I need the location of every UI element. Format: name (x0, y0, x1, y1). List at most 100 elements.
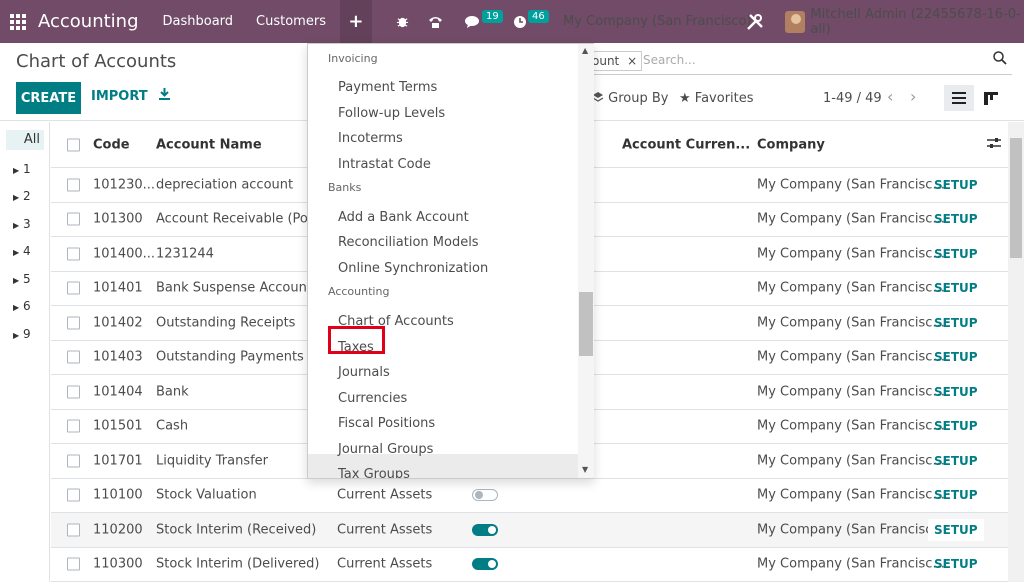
chat-button[interactable]: 19 (465, 0, 503, 43)
setup-button[interactable]: SETUP (934, 281, 978, 295)
column-header-code[interactable]: Code (93, 137, 130, 152)
debug-icon[interactable] (396, 0, 409, 43)
dropdown-item-add-a-bank-account[interactable]: Add a Bank Account (338, 210, 469, 225)
row-checkbox[interactable] (67, 523, 80, 537)
setup-button[interactable]: SETUP (934, 350, 978, 364)
setup-button[interactable]: SETUP (934, 557, 978, 571)
setup-button[interactable]: SETUP (934, 419, 978, 433)
setup-button[interactable]: SETUP (934, 488, 978, 502)
group-by-button[interactable]: Group By (592, 91, 668, 106)
row-checkbox[interactable] (67, 178, 80, 192)
table-row[interactable]: 110300 Stock Interim (Delivered) Current A… (51, 548, 1008, 582)
column-header-account-name[interactable]: Account Name (156, 137, 262, 152)
dropdown-item-fiscal-positions[interactable]: Fiscal Positions (338, 416, 435, 431)
favorites-button[interactable]: ★ Favorites (679, 91, 754, 106)
scroll-down-icon[interactable]: ▼ (582, 465, 588, 474)
phone-icon[interactable] (428, 0, 443, 43)
caret-right-icon: ▶ (13, 276, 20, 285)
setup-button[interactable]: SETUP (934, 454, 978, 468)
row-checkbox[interactable] (67, 488, 80, 502)
row-checkbox[interactable] (67, 316, 80, 330)
list-view-button[interactable] (944, 85, 974, 111)
table-row[interactable]: 110100 Stock Valuation Current Assets My Co… (51, 479, 1008, 513)
setup-button[interactable]: SETUP (934, 212, 978, 226)
sidebar-item-5[interactable]: ▶ 5 (13, 272, 31, 286)
search-icon[interactable] (993, 51, 1007, 69)
kanban-view-button[interactable] (976, 85, 1006, 111)
pager-previous-icon[interactable]: ‹ (887, 87, 893, 106)
dropdown-content: Invoicing Payment Terms Follow-up Levels In… (308, 44, 578, 478)
dropdown-item-online-synchronization[interactable]: Online Synchronization (338, 261, 488, 276)
create-button[interactable]: CREATE (16, 82, 81, 114)
download-icon[interactable] (158, 87, 171, 104)
activity-button[interactable]: 46 (513, 0, 549, 43)
dropdown-item-reconciliation-models[interactable]: Reconciliation Models (338, 235, 479, 250)
sidebar-item-6[interactable]: ▶ 6 (13, 299, 31, 313)
setup-button[interactable]: SETUP (934, 247, 978, 261)
account-type: Current Assets (337, 556, 433, 572)
dropdown-item-journals[interactable]: Journals (338, 365, 390, 380)
sidebar-item-3[interactable]: ▶ 3 (13, 217, 31, 231)
tools-icon[interactable] (746, 0, 764, 43)
scroll-up-icon[interactable]: ▲ (582, 46, 588, 55)
sidebar-item-9[interactable]: ▶ 9 (13, 327, 31, 341)
row-checkbox[interactable] (67, 247, 80, 261)
setup-button[interactable]: SETUP (928, 518, 984, 541)
account-name: Stock Interim (Delivered) (156, 556, 320, 572)
dropdown-scrollbar[interactable]: ▲ ▼ (578, 44, 594, 478)
company-switcher[interactable]: My Company (San Francisco) (563, 0, 751, 43)
row-checkbox[interactable] (67, 557, 80, 571)
app-name[interactable]: Accounting (38, 11, 139, 32)
row-checkbox[interactable] (67, 281, 80, 295)
search-input[interactable]: Search... (643, 53, 696, 67)
sidebar-item-4[interactable]: ▶ 4 (13, 244, 31, 258)
dropdown-scrollbar-thumb[interactable] (579, 292, 593, 356)
dropdown-item-follow-up-levels[interactable]: Follow-up Levels (338, 106, 445, 121)
dropdown-section-header: Accounting (328, 285, 390, 298)
facet-remove-icon[interactable]: × (627, 54, 637, 68)
reconcile-toggle[interactable] (472, 489, 498, 502)
row-checkbox[interactable] (67, 385, 80, 399)
select-all-checkbox[interactable] (67, 138, 80, 151)
sidebar-item-all[interactable]: All (6, 130, 44, 150)
table-row[interactable]: 110200 Stock Interim (Received) Current As… (51, 513, 1008, 548)
import-button[interactable]: IMPORT (91, 89, 148, 104)
dropdown-item-intrastat-code[interactable]: Intrastat Code (338, 157, 431, 172)
setup-button[interactable]: SETUP (934, 316, 978, 330)
account-name: depreciation account (156, 177, 294, 193)
dropdown-item-incoterms[interactable]: Incoterms (338, 131, 403, 146)
menu-dashboard[interactable]: Dashboard (163, 14, 234, 29)
search-facet[interactable]: ount × (588, 51, 643, 71)
account-code: 101230... (93, 177, 156, 193)
dropdown-item-payment-terms[interactable]: Payment Terms (338, 80, 437, 95)
row-checkbox[interactable] (67, 350, 80, 364)
row-checkbox[interactable] (67, 454, 80, 468)
column-header-company[interactable]: Company (757, 137, 825, 152)
dropdown-item-journal-groups[interactable]: Journal Groups (338, 442, 433, 457)
row-checkbox[interactable] (67, 212, 80, 226)
account-name: Bank (156, 384, 189, 400)
sidebar-item-1[interactable]: ▶ 1 (13, 162, 31, 176)
pager-next-icon[interactable]: › (910, 87, 916, 106)
app-switcher-icon[interactable] (0, 0, 36, 43)
menu-configuration-plus[interactable]: + (339, 0, 372, 43)
setup-button[interactable]: SETUP (934, 178, 978, 192)
search-underline (588, 74, 1012, 75)
kanban-icon (984, 91, 998, 105)
account-company: My Company (San Francisc... (757, 384, 945, 400)
dropdown-item-currencies[interactable]: Currencies (338, 391, 407, 406)
optional-columns-icon[interactable] (987, 137, 1001, 153)
chat-icon (465, 15, 479, 28)
pager-value[interactable]: 1-49 / 49 (823, 91, 882, 106)
setup-button[interactable]: SETUP (934, 385, 978, 399)
page-scrollbar[interactable] (1008, 122, 1024, 582)
menu-customers[interactable]: Customers (256, 14, 326, 29)
column-header-account-currency[interactable]: Account Curren... (622, 137, 750, 152)
reconcile-toggle[interactable] (472, 523, 498, 536)
user-menu[interactable]: Mitchell Admin (22455678-16-0-all) (785, 0, 1024, 43)
dropdown-item-tax-groups[interactable]: Tax Groups (338, 467, 410, 478)
page-scrollbar-thumb[interactable] (1010, 138, 1022, 258)
reconcile-toggle[interactable] (472, 558, 498, 571)
sidebar-item-2[interactable]: ▶ 2 (13, 189, 31, 203)
row-checkbox[interactable] (67, 419, 80, 433)
